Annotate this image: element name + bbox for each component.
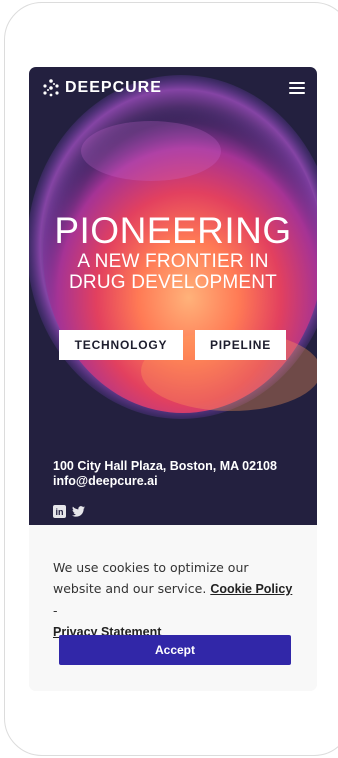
hero-title-line2: A NEW FRONTIER IN — [77, 251, 269, 272]
pipeline-button[interactable]: PIPELINE — [195, 330, 286, 360]
hero-title-line1: PIONEERING — [54, 210, 292, 251]
twitter-icon[interactable] — [72, 505, 85, 518]
hero-title-line3: DRUG DEVELOPMENT — [68, 272, 277, 293]
top-navbar: DEEPCURE — [29, 67, 317, 109]
cookie-message: We use cookies to optimize our website a… — [53, 557, 297, 643]
contact-info: 100 City Hall Plaza, Boston, MA 02108 in… — [53, 459, 277, 489]
molecule-icon — [43, 79, 59, 97]
technology-button[interactable]: TECHNOLOGY — [59, 330, 183, 360]
link-separator: - — [53, 603, 58, 618]
email-link[interactable]: info@deepcure.ai — [53, 474, 277, 489]
hero-section: DEEPCURE PIONEERING A NEW FRONTIER IN DR… — [29, 67, 317, 525]
address-text: 100 City Hall Plaza, Boston, MA 02108 — [53, 459, 277, 473]
linkedin-icon[interactable]: in — [53, 505, 66, 518]
accept-cookies-button[interactable]: Accept — [59, 635, 291, 665]
hamburger-menu-icon[interactable] — [289, 82, 305, 94]
logo-text: DEEPCURE — [65, 79, 162, 96]
cookie-banner: We use cookies to optimize our website a… — [29, 525, 317, 691]
hero-headline: PIONEERING A NEW FRONTIER IN DRUG DEVELO… — [29, 210, 317, 294]
logo[interactable]: DEEPCURE — [41, 78, 162, 98]
mobile-screen: DEEPCURE PIONEERING A NEW FRONTIER IN DR… — [29, 67, 317, 691]
social-links: in — [53, 505, 85, 518]
cookie-policy-link[interactable]: Cookie Policy — [210, 582, 292, 596]
